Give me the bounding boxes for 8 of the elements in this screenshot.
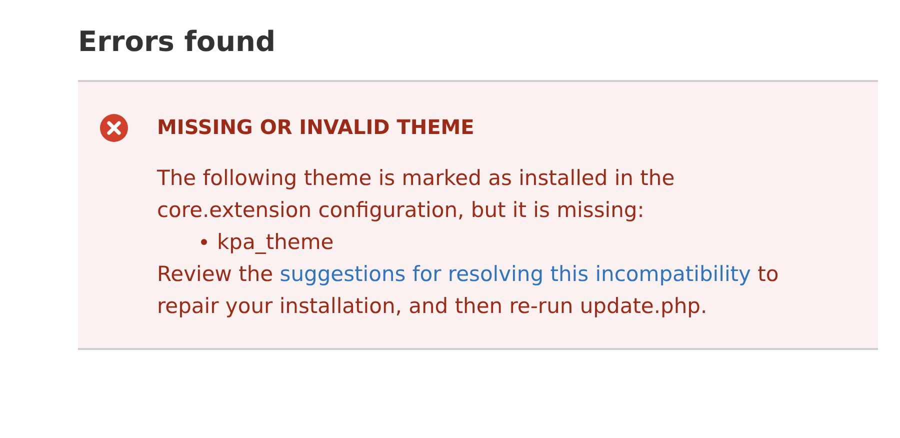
review-instructions: Review the suggestions for resolving this incompatibility to repair your installation, and then re-run update.php. [157, 261, 780, 320]
error-title: MISSING OR INVALID THEME [157, 114, 476, 141]
section-heading: Errors found [78, 24, 276, 60]
error-icon [100, 114, 128, 142]
bullet-icon [201, 239, 207, 245]
missing-theme-name: kpa_theme [217, 229, 334, 256]
suggestions-link[interactable]: suggestions for resolving this incompatibility [280, 262, 751, 286]
error-description: The following theme is marked as installed in the core.extension configuration, but it is missing: [157, 165, 676, 224]
